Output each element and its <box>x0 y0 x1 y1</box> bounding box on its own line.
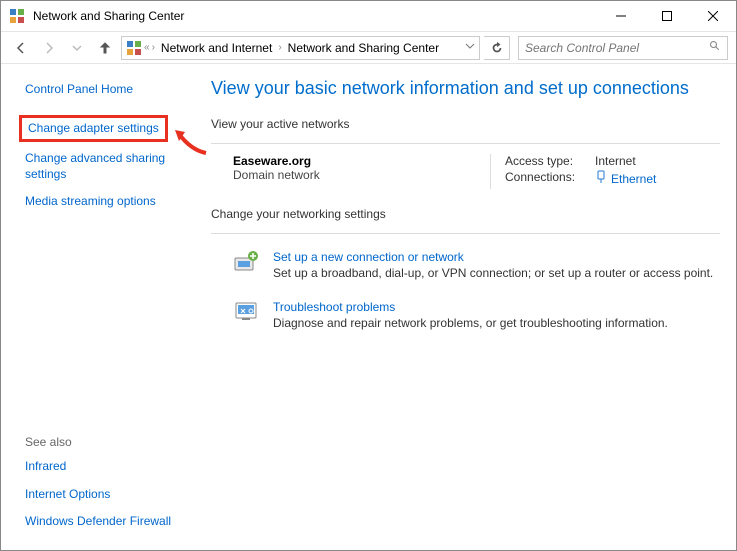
network-type: Domain network <box>233 168 490 182</box>
navigation-bar: « › Network and Internet › Network and S… <box>1 32 736 64</box>
control-panel-icon <box>9 8 25 24</box>
action-troubleshoot: Troubleshoot problems Diagnose and repai… <box>211 294 720 344</box>
action-setup-connection: Set up a new connection or network Set u… <box>211 244 720 294</box>
troubleshoot-icon <box>233 300 261 324</box>
address-bar[interactable]: « › Network and Internet › Network and S… <box>121 36 480 60</box>
see-also-link-firewall[interactable]: Windows Defender Firewall <box>25 514 197 530</box>
connection-link[interactable]: Ethernet <box>595 170 656 187</box>
breadcrumb-item[interactable]: Network and Internet <box>157 41 276 55</box>
minimize-button[interactable] <box>598 1 644 31</box>
control-panel-home-link[interactable]: Control Panel Home <box>25 82 197 98</box>
connections-label: Connections: <box>505 170 595 187</box>
see-also-link-infrared[interactable]: Infrared <box>25 459 197 475</box>
search-icon[interactable] <box>709 39 721 57</box>
control-panel-icon <box>126 40 142 56</box>
change-adapter-settings-link[interactable]: Change adapter settings <box>28 121 159 137</box>
chevron-right-icon[interactable]: › <box>152 42 155 53</box>
refresh-button[interactable] <box>484 36 510 60</box>
active-networks-label: View your active networks <box>211 117 720 131</box>
maximize-button[interactable] <box>644 1 690 31</box>
change-settings-label: Change your networking settings <box>211 207 720 221</box>
recent-locations-button[interactable] <box>65 36 89 60</box>
change-advanced-sharing-link[interactable]: Change advanced sharing settings <box>25 151 197 182</box>
chevron-down-icon[interactable] <box>465 41 475 54</box>
setup-connection-desc: Set up a broadband, dial-up, or VPN conn… <box>273 266 713 280</box>
troubleshoot-link[interactable]: Troubleshoot problems <box>273 300 668 314</box>
breadcrumb-item[interactable]: Network and Sharing Center <box>284 41 443 55</box>
chevron-right-icon[interactable]: « <box>144 42 150 53</box>
highlighted-link: Change adapter settings <box>19 115 168 143</box>
search-input[interactable] <box>525 41 709 55</box>
see-also-link-internet-options[interactable]: Internet Options <box>25 487 197 503</box>
page-heading: View your basic network information and … <box>211 78 720 99</box>
ethernet-icon <box>595 170 607 187</box>
divider <box>211 233 720 234</box>
divider <box>211 143 720 144</box>
chevron-right-icon[interactable]: › <box>278 42 281 53</box>
access-type-value: Internet <box>595 154 636 168</box>
troubleshoot-desc: Diagnose and repair network problems, or… <box>273 316 668 330</box>
title-bar: Network and Sharing Center <box>1 1 736 32</box>
network-name: Easeware.org <box>233 154 490 168</box>
see-also-label: See also <box>25 435 197 449</box>
media-streaming-link[interactable]: Media streaming options <box>25 194 197 210</box>
main-content: View your basic network information and … <box>211 64 736 550</box>
active-network-row: Easeware.org Domain network Access type:… <box>211 154 720 207</box>
up-button[interactable] <box>93 36 117 60</box>
close-button[interactable] <box>690 1 736 31</box>
sidebar: Control Panel Home Change adapter settin… <box>1 64 211 550</box>
setup-connection-link[interactable]: Set up a new connection or network <box>273 250 713 264</box>
window-title: Network and Sharing Center <box>33 9 598 23</box>
setup-connection-icon <box>233 250 261 274</box>
search-box[interactable] <box>518 36 728 60</box>
back-button[interactable] <box>9 36 33 60</box>
access-type-label: Access type: <box>505 154 595 168</box>
forward-button[interactable] <box>37 36 61 60</box>
